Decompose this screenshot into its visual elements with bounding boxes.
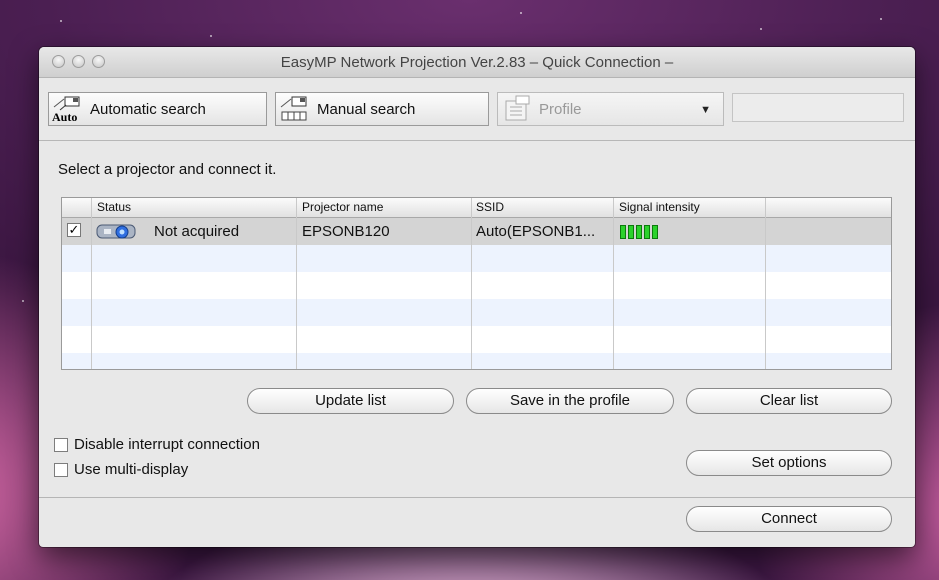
auto-search-icon: Auto [52, 95, 84, 124]
chevron-down-icon: ▼ [700, 104, 711, 116]
column-header-ssid[interactable]: SSID [476, 200, 504, 214]
row-select-checkbox[interactable]: ✓ [67, 223, 81, 237]
disable-interrupt-label: Disable interrupt connection [74, 436, 260, 453]
set-options-button[interactable]: Set options [686, 450, 892, 476]
column-header-signal-intensity[interactable]: Signal intensity [619, 200, 700, 214]
update-list-button[interactable]: Update list [247, 388, 454, 414]
clear-list-button[interactable]: Clear list [686, 388, 892, 414]
title-bar[interactable]: EasyMP Network Projection Ver.2.83 – Qui… [39, 47, 915, 78]
desktop-star [520, 12, 522, 14]
multi-display-label: Use multi-display [74, 461, 189, 478]
table-header: Status Projector name SSID Signal intens… [62, 198, 891, 218]
multi-display-option[interactable]: Use multi-display [54, 461, 188, 478]
table-row [62, 272, 891, 299]
desktop-star [22, 300, 24, 302]
table-row [62, 326, 891, 353]
profile-icon [501, 95, 533, 123]
projector-table: Status Projector name SSID Signal intens… [61, 197, 892, 370]
save-in-profile-button[interactable]: Save in the profile [466, 388, 674, 414]
profile-label: Profile [539, 100, 582, 118]
projector-icon [95, 223, 139, 240]
column-divider [471, 198, 472, 369]
table-row[interactable]: ✓ Not acquired EPSONB120 Auto(EPSONB1... [62, 218, 891, 245]
multi-display-checkbox[interactable] [54, 462, 68, 477]
auto-icon-label: Auto [52, 110, 78, 124]
automatic-search-label: Automatic search [90, 100, 206, 118]
signal-strength-icon [620, 225, 658, 239]
signal-bar [644, 225, 650, 239]
table-row [62, 353, 891, 369]
signal-bar [652, 225, 658, 239]
status-text: Not acquired [154, 223, 240, 240]
column-divider [296, 198, 297, 369]
connect-button[interactable]: Connect [686, 506, 892, 532]
instruction-text: Select a projector and connect it. [58, 161, 277, 178]
signal-bar [636, 225, 642, 239]
desktop-star [210, 35, 212, 37]
column-divider [765, 198, 766, 369]
manual-search-button[interactable]: Manual search [275, 92, 489, 126]
disable-interrupt-option[interactable]: Disable interrupt connection [54, 436, 260, 453]
table-row [62, 245, 891, 272]
disable-interrupt-checkbox[interactable] [54, 437, 68, 452]
column-divider [91, 198, 92, 369]
signal-bar [620, 225, 626, 239]
footer-divider [39, 497, 915, 498]
app-window: EasyMP Network Projection Ver.2.83 – Qui… [39, 47, 915, 547]
toolbar: Auto Automatic search Manual search Prof… [39, 78, 915, 141]
window-title: EasyMP Network Projection Ver.2.83 – Qui… [280, 54, 674, 71]
manual-search-label: Manual search [317, 100, 416, 118]
column-header-projector-name[interactable]: Projector name [302, 200, 383, 214]
manual-search-icon [279, 95, 311, 123]
table-row [62, 299, 891, 326]
automatic-search-button[interactable]: Auto Automatic search [48, 92, 267, 126]
profile-dropdown[interactable]: Profile ▼ [497, 92, 724, 126]
column-divider [613, 198, 614, 369]
projector-name-cell: EPSONB120 [302, 223, 390, 240]
desktop-star [60, 20, 62, 22]
signal-bar [628, 225, 634, 239]
column-header-status[interactable]: Status [97, 200, 131, 214]
desktop-star [760, 28, 762, 30]
profile-name-field[interactable] [732, 93, 904, 122]
desktop-star [880, 18, 882, 20]
ssid-cell: Auto(EPSONB1... [476, 223, 596, 240]
